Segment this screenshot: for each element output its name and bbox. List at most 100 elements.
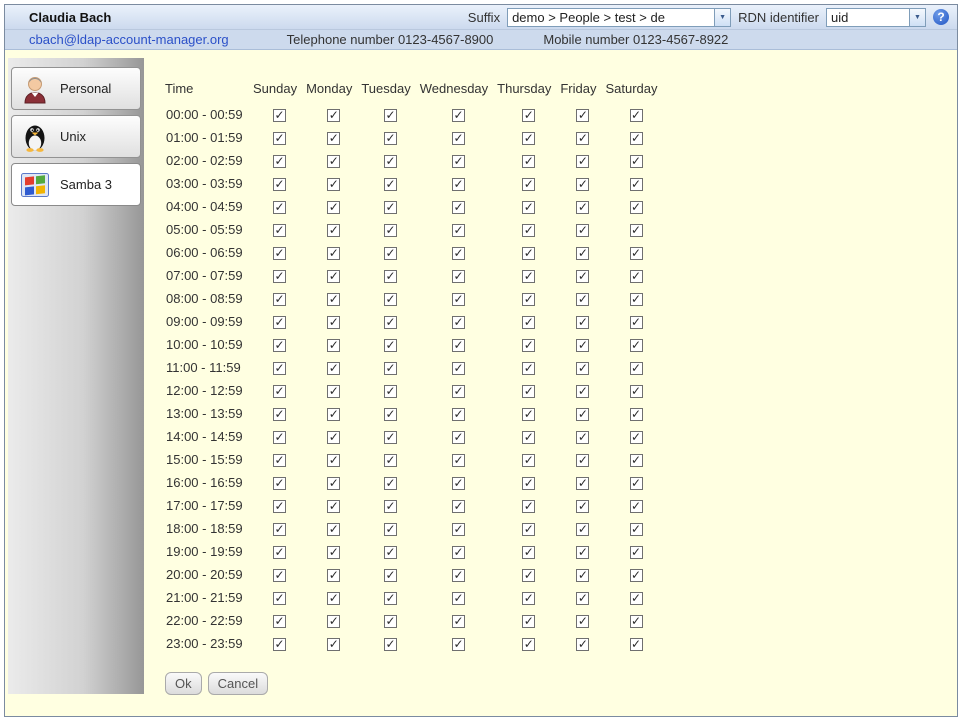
day-checkbox[interactable]: [522, 592, 535, 605]
day-checkbox[interactable]: [576, 385, 589, 398]
day-checkbox[interactable]: [630, 546, 643, 559]
day-checkbox[interactable]: [576, 270, 589, 283]
day-checkbox[interactable]: [327, 224, 340, 237]
day-checkbox[interactable]: [273, 408, 286, 421]
day-checkbox[interactable]: [384, 431, 397, 444]
day-checkbox[interactable]: [384, 454, 397, 467]
day-checkbox[interactable]: [384, 592, 397, 605]
day-checkbox[interactable]: [384, 293, 397, 306]
day-checkbox[interactable]: [630, 132, 643, 145]
day-checkbox[interactable]: [327, 362, 340, 375]
day-checkbox[interactable]: [327, 592, 340, 605]
day-checkbox[interactable]: [630, 385, 643, 398]
day-checkbox[interactable]: [273, 477, 286, 490]
day-checkbox[interactable]: [452, 247, 465, 260]
day-checkbox[interactable]: [452, 546, 465, 559]
day-checkbox[interactable]: [327, 477, 340, 490]
day-checkbox[interactable]: [384, 500, 397, 513]
day-checkbox[interactable]: [522, 431, 535, 444]
day-checkbox[interactable]: [384, 477, 397, 490]
day-checkbox[interactable]: [327, 132, 340, 145]
day-checkbox[interactable]: [576, 592, 589, 605]
help-icon[interactable]: ?: [933, 9, 949, 25]
day-checkbox[interactable]: [273, 339, 286, 352]
day-checkbox[interactable]: [576, 247, 589, 260]
day-checkbox[interactable]: [327, 293, 340, 306]
day-checkbox[interactable]: [452, 362, 465, 375]
day-checkbox[interactable]: [522, 546, 535, 559]
day-checkbox[interactable]: [273, 638, 286, 651]
day-checkbox[interactable]: [522, 454, 535, 467]
day-checkbox[interactable]: [576, 201, 589, 214]
day-checkbox[interactable]: [384, 339, 397, 352]
day-checkbox[interactable]: [452, 569, 465, 582]
day-checkbox[interactable]: [327, 316, 340, 329]
day-checkbox[interactable]: [273, 454, 286, 467]
day-checkbox[interactable]: [630, 155, 643, 168]
day-checkbox[interactable]: [522, 270, 535, 283]
day-checkbox[interactable]: [452, 270, 465, 283]
day-checkbox[interactable]: [452, 201, 465, 214]
day-checkbox[interactable]: [327, 385, 340, 398]
day-checkbox[interactable]: [273, 155, 286, 168]
day-checkbox[interactable]: [273, 592, 286, 605]
day-checkbox[interactable]: [630, 178, 643, 191]
day-checkbox[interactable]: [384, 385, 397, 398]
chevron-down-icon[interactable]: ▼: [909, 9, 925, 26]
day-checkbox[interactable]: [576, 454, 589, 467]
day-checkbox[interactable]: [522, 224, 535, 237]
day-checkbox[interactable]: [452, 155, 465, 168]
ok-button[interactable]: Ok: [165, 672, 202, 695]
day-checkbox[interactable]: [630, 270, 643, 283]
day-checkbox[interactable]: [452, 178, 465, 191]
day-checkbox[interactable]: [452, 385, 465, 398]
day-checkbox[interactable]: [327, 247, 340, 260]
day-checkbox[interactable]: [522, 293, 535, 306]
email-link[interactable]: cbach@ldap-account-manager.org: [29, 32, 229, 47]
day-checkbox[interactable]: [576, 408, 589, 421]
day-checkbox[interactable]: [522, 178, 535, 191]
day-checkbox[interactable]: [522, 500, 535, 513]
day-checkbox[interactable]: [452, 408, 465, 421]
day-checkbox[interactable]: [327, 155, 340, 168]
day-checkbox[interactable]: [576, 339, 589, 352]
day-checkbox[interactable]: [327, 201, 340, 214]
day-checkbox[interactable]: [384, 615, 397, 628]
day-checkbox[interactable]: [522, 615, 535, 628]
day-checkbox[interactable]: [452, 431, 465, 444]
day-checkbox[interactable]: [273, 615, 286, 628]
day-checkbox[interactable]: [327, 431, 340, 444]
day-checkbox[interactable]: [576, 224, 589, 237]
day-checkbox[interactable]: [576, 109, 589, 122]
day-checkbox[interactable]: [576, 362, 589, 375]
day-checkbox[interactable]: [576, 500, 589, 513]
day-checkbox[interactable]: [452, 293, 465, 306]
day-checkbox[interactable]: [522, 316, 535, 329]
day-checkbox[interactable]: [452, 109, 465, 122]
day-checkbox[interactable]: [452, 500, 465, 513]
day-checkbox[interactable]: [327, 270, 340, 283]
day-checkbox[interactable]: [452, 592, 465, 605]
day-checkbox[interactable]: [522, 638, 535, 651]
day-checkbox[interactable]: [576, 546, 589, 559]
day-checkbox[interactable]: [576, 638, 589, 651]
day-checkbox[interactable]: [384, 178, 397, 191]
day-checkbox[interactable]: [327, 546, 340, 559]
day-checkbox[interactable]: [452, 454, 465, 467]
day-checkbox[interactable]: [273, 316, 286, 329]
day-checkbox[interactable]: [630, 247, 643, 260]
day-checkbox[interactable]: [630, 201, 643, 214]
day-checkbox[interactable]: [630, 454, 643, 467]
day-checkbox[interactable]: [384, 224, 397, 237]
day-checkbox[interactable]: [630, 500, 643, 513]
day-checkbox[interactable]: [630, 408, 643, 421]
day-checkbox[interactable]: [384, 638, 397, 651]
day-checkbox[interactable]: [327, 339, 340, 352]
day-checkbox[interactable]: [630, 638, 643, 651]
day-checkbox[interactable]: [273, 362, 286, 375]
day-checkbox[interactable]: [522, 408, 535, 421]
day-checkbox[interactable]: [630, 569, 643, 582]
day-checkbox[interactable]: [273, 385, 286, 398]
day-checkbox[interactable]: [273, 132, 286, 145]
day-checkbox[interactable]: [522, 339, 535, 352]
